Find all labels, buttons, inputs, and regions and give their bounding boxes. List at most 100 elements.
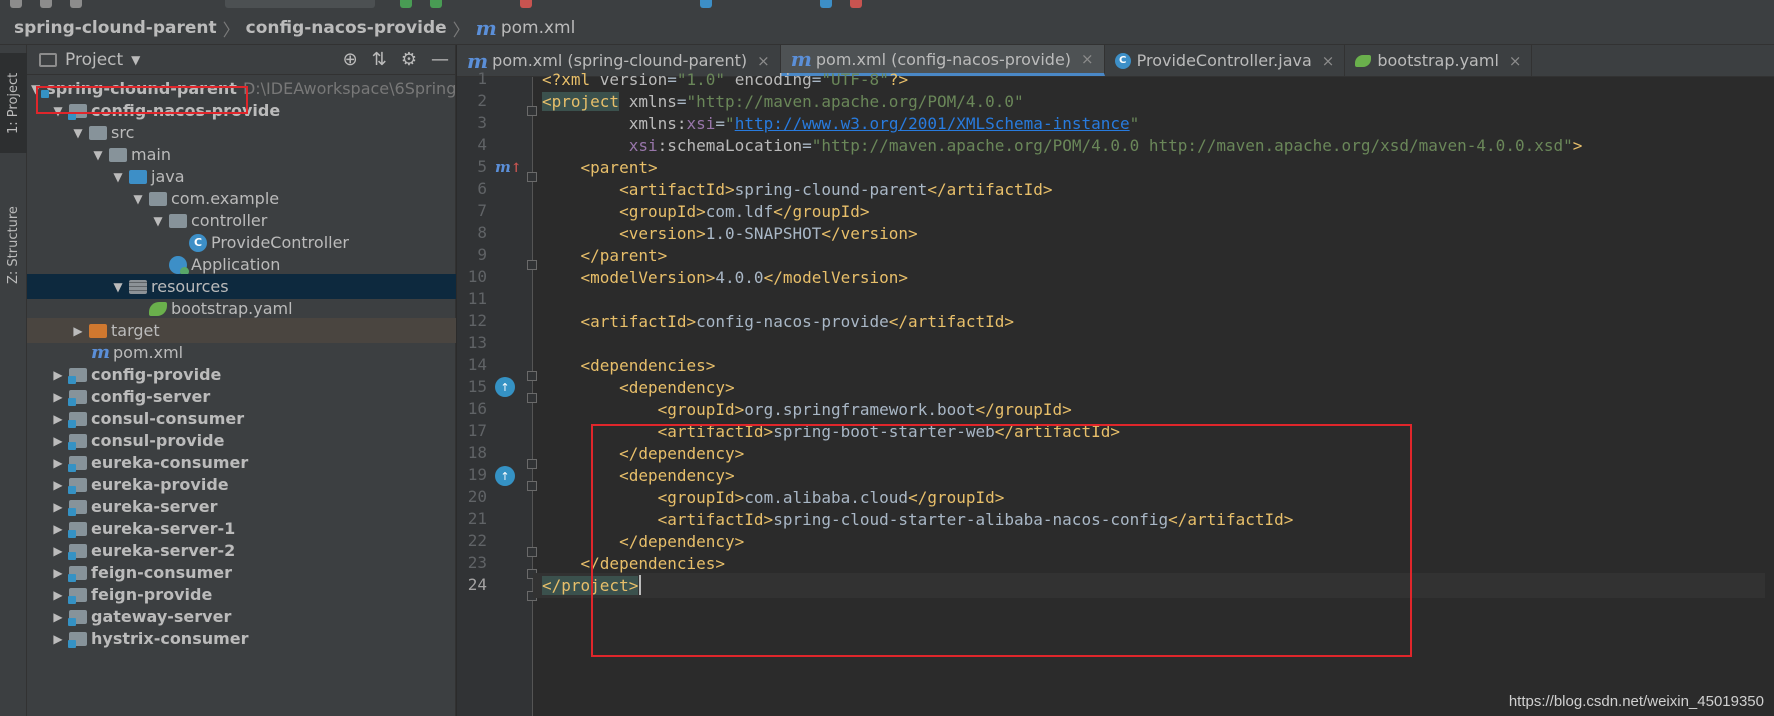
expand-arrow-icon[interactable]: ▼ [89, 148, 107, 162]
gear-icon[interactable]: ⚙ [401, 49, 417, 70]
tab-bootstrap-yaml[interactable]: bootstrap.yaml × [1345, 45, 1533, 76]
toolbar-icon[interactable] [700, 0, 712, 8]
expand-arrow-icon[interactable]: ▶ [49, 610, 67, 624]
module-folder-icon [68, 565, 87, 582]
toolbar-icon[interactable] [820, 0, 832, 8]
run-icon[interactable] [400, 0, 412, 8]
expand-arrow-icon[interactable]: ▼ [69, 126, 87, 140]
run-config-select[interactable] [225, 0, 375, 8]
override-marker-icon[interactable]: m↑ [495, 158, 522, 176]
code-line-12: <artifactId>config-nacos-provide</artifa… [542, 309, 1014, 334]
tree-item-label: main [131, 145, 171, 164]
xml-value: "http://maven.apache.org/POM/4.0.0" [686, 92, 1024, 111]
fold-marker-icon[interactable] [527, 371, 537, 381]
breadcrumb-module[interactable]: config-nacos-provide [246, 18, 447, 38]
expand-arrow-icon[interactable]: ▼ [109, 280, 127, 294]
breadcrumb-separator: 〉 [222, 20, 240, 41]
editor-gutter: 1 2 3 4 5 6 7 8 9 10 11 12 13 14 15 16 17 18 19 20 21 22 23 24 … [457, 69, 537, 716]
expand-arrow-icon[interactable]: ▶ [49, 434, 67, 448]
breadcrumb-root[interactable]: spring-clound-parent [14, 18, 217, 38]
breadcrumb-file[interactable]: m pom.xml [476, 18, 576, 38]
close-icon[interactable]: × [1322, 52, 1335, 70]
maven-icon: m [475, 16, 497, 40]
module-folder-icon [68, 103, 87, 120]
dependency-update-icon[interactable]: ↑ [495, 377, 515, 397]
line-number: 11 [467, 289, 487, 308]
expand-arrow-icon[interactable]: ▶ [49, 544, 67, 558]
spring-boot-app-icon [169, 255, 189, 276]
xml-tag: </artifactId> [994, 422, 1120, 441]
toolbar-icon[interactable] [10, 0, 22, 8]
expand-arrow-icon[interactable]: ▼ [109, 170, 127, 184]
expand-arrow-icon[interactable]: ▼ [129, 192, 147, 206]
stop-icon[interactable] [520, 0, 532, 8]
line-number: 7 [477, 201, 487, 220]
expand-arrow-icon[interactable]: ▼ [149, 214, 167, 228]
expand-arrow-icon[interactable]: ▶ [49, 390, 67, 404]
line-number: 19 [467, 465, 487, 484]
tree-item-label: java [151, 167, 185, 186]
collapse-all-icon[interactable]: ⇅ [372, 49, 387, 70]
dependency-update-icon[interactable]: ↑ [495, 466, 515, 486]
toolbar-icon[interactable] [850, 0, 862, 8]
chevron-down-icon[interactable]: ▼ [131, 53, 140, 67]
tree-item-label: feign-consumer [91, 563, 232, 582]
line-number: 8 [477, 223, 487, 242]
line-number: 23 [467, 553, 487, 572]
hide-icon[interactable]: — [431, 49, 449, 70]
xml-tag: </dependency> [619, 444, 745, 463]
tree-item-module[interactable]: ▶ hystrix-consumer [27, 626, 456, 651]
toolbar-icon[interactable] [40, 0, 52, 8]
expand-arrow-icon[interactable]: ▶ [49, 412, 67, 426]
fold-marker-icon[interactable] [527, 393, 537, 403]
tree-item-label: eureka-server [91, 497, 218, 516]
fold-marker-icon[interactable] [527, 547, 537, 557]
line-number: 5 [477, 157, 487, 176]
fold-marker-icon[interactable] [527, 172, 537, 182]
fold-marker-icon[interactable] [527, 481, 537, 491]
toolbar-icon[interactable] [70, 0, 82, 8]
debug-icon[interactable] [430, 0, 442, 8]
close-icon[interactable]: × [1081, 50, 1094, 68]
expand-arrow-icon[interactable]: ▶ [49, 522, 67, 536]
locate-icon[interactable]: ⊕ [343, 49, 358, 70]
module-folder-icon [68, 389, 87, 406]
expand-arrow-icon[interactable]: ▶ [49, 566, 67, 580]
fold-marker-icon[interactable] [527, 260, 537, 270]
xml-text: com.ldf [705, 202, 774, 221]
line-number: 16 [467, 399, 487, 418]
schema-link[interactable]: http://www.w3.org/2001/XMLSchema-instanc… [735, 114, 1130, 133]
xml-value: "http://maven.apache.org/POM/4.0.0 http:… [811, 136, 1573, 155]
xml-text: 4.0.0 [715, 268, 764, 287]
close-icon[interactable]: × [1509, 52, 1522, 70]
xml-attr: version [599, 70, 668, 89]
module-folder-icon [68, 411, 87, 428]
fold-marker-icon[interactable] [527, 459, 537, 469]
xml-quote: " [725, 114, 735, 133]
expand-arrow-icon[interactable]: ▼ [49, 104, 67, 118]
project-view-title[interactable]: Project [65, 50, 123, 70]
fold-marker-icon[interactable] [527, 106, 537, 116]
tree-item-label: hystrix-consumer [91, 629, 249, 648]
expand-arrow-icon[interactable]: ▶ [49, 588, 67, 602]
class-icon: C [1114, 52, 1131, 69]
expand-arrow-icon[interactable]: ▶ [49, 478, 67, 492]
code-editor[interactable]: 1 2 3 4 5 6 7 8 9 10 11 12 13 14 15 16 17 18 19 20 21 22 23 24 … [457, 69, 1774, 716]
excluded-folder-icon [89, 323, 107, 338]
tab-provide-controller[interactable]: C ProvideController.java × [1105, 45, 1346, 76]
project-tool-button[interactable]: 1: Project [0, 53, 27, 153]
xml-tag: </artifactId> [927, 180, 1053, 199]
structure-tool-button[interactable]: Z: Structure [0, 195, 27, 295]
expand-arrow-icon[interactable]: ▶ [49, 368, 67, 382]
expand-arrow-icon[interactable]: ▶ [49, 632, 67, 646]
expand-arrow-icon[interactable]: ▶ [69, 324, 87, 338]
expand-arrow-icon[interactable]: ▶ [49, 456, 67, 470]
expand-arrow-icon[interactable]: ▼ [31, 82, 40, 96]
xml-text: spring-boot-starter-web [773, 422, 995, 441]
expand-arrow-icon[interactable]: ▶ [49, 500, 67, 514]
